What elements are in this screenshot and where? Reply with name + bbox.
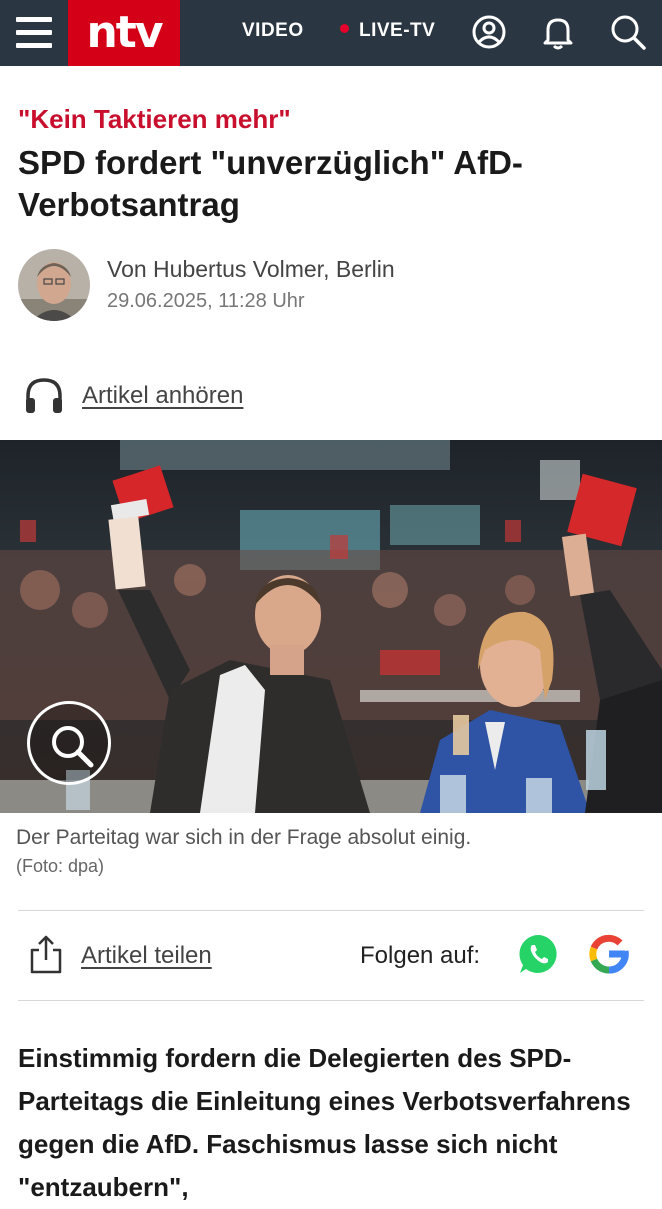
article-hero-image[interactable] [0,440,662,813]
search-icon[interactable] [608,12,648,52]
google-icon[interactable] [587,932,631,976]
bell-icon[interactable] [538,12,578,52]
article-kicker: "Kein Taktieren mehr" [18,104,291,134]
whatsapp-icon[interactable] [517,932,561,976]
article-headline: SPD fordert "unverzüglich" AfD-Verbotsan… [18,144,523,223]
user-icon[interactable] [469,12,509,52]
image-zoom-button[interactable] [27,701,111,785]
ntv-logo[interactable]: ntv [68,0,180,66]
divider [18,1000,644,1001]
nav-video-link[interactable]: VIDEO [242,20,304,42]
share-follow-row: Artikel teilen Folgen auf: [0,912,662,1000]
listen-to-article-label: Artikel anhören [82,382,244,409]
menu-icon[interactable] [16,16,54,50]
live-indicator-dot [340,24,349,33]
share-icon[interactable] [28,934,64,974]
nav-live-tv-label: LIVE-TV [359,20,436,41]
share-article-link[interactable]: Artikel teilen [81,942,212,970]
article-lead: Einstimmig fordern die Delegierten des S… [18,1043,631,1202]
divider [18,910,644,911]
top-nav-bar: ntv VIDEO LIVE-TV [0,0,662,66]
image-caption: Der Parteitag war sich in der Frage abso… [16,826,472,849]
follow-on-label: Folgen auf: [360,942,481,969]
image-credit: (Foto: dpa) [16,856,105,876]
article-date: 29.06.2025, 11:28 Uhr [107,290,305,312]
nav-live-tv-link[interactable]: LIVE-TV [340,20,435,42]
author-avatar[interactable] [18,249,90,321]
magnifier-icon [52,726,94,768]
headphones-icon [26,378,62,413]
article-author: Von Hubertus Volmer, Berlin [107,256,395,282]
